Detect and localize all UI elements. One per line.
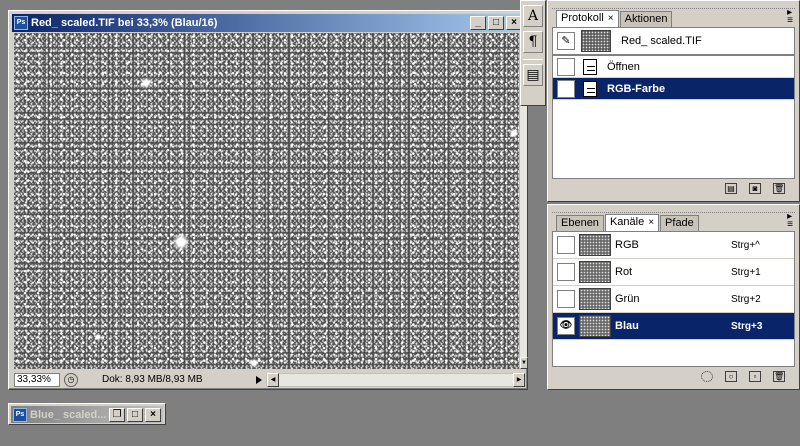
save-selection-icon[interactable]: ○ — [725, 370, 737, 382]
tab-label: Protokoll — [561, 12, 604, 24]
document-title: Red_ scaled.TIF bei 33,3% (Blau/16) — [31, 17, 218, 29]
document-icon — [583, 58, 597, 75]
document-info: Dok: 8,93 MB/8,93 MB — [102, 374, 203, 385]
trash-icon[interactable]: 🗑 — [773, 370, 785, 382]
scroll-left-arrow[interactable]: ◀ — [267, 372, 279, 387]
document-window[interactable]: Ps Red_ scaled.TIF bei 33,3% (Blau/16) _… — [8, 10, 528, 390]
trash-icon[interactable]: 🗑 — [773, 182, 785, 194]
snapshot-label: Red_ scaled.TIF — [621, 35, 702, 47]
channels-footer: ○ ▫ 🗑 — [548, 367, 799, 385]
image-canvas[interactable] — [14, 33, 519, 369]
new-snapshot-icon[interactable]: ◙ — [749, 182, 761, 194]
channels-list: RGB Strg+^ Rot Strg+1 Grün Strg+2 👁 Blau… — [552, 231, 795, 367]
history-brush-source-box[interactable] — [557, 79, 575, 98]
restore-button[interactable]: ❐ — [109, 407, 125, 422]
minimize-button[interactable]: _ — [470, 16, 486, 30]
new-channel-icon[interactable]: ▫ — [749, 370, 761, 382]
document-icon — [583, 80, 597, 97]
channel-row-gruen[interactable]: Grün Strg+2 — [553, 286, 794, 313]
channel-name: Grün — [615, 293, 640, 305]
channel-shortcut: Strg+3 — [731, 320, 763, 332]
channel-name: Blau — [615, 320, 639, 332]
strip-divider — [523, 59, 543, 60]
scroll-right-arrow[interactable]: ▶ — [513, 372, 525, 387]
maximize-button[interactable]: □ — [127, 407, 143, 422]
photoshop-icon: Ps — [14, 16, 28, 30]
paragraph-panel-icon[interactable]: ¶ — [523, 31, 543, 53]
visibility-toggle[interactable] — [557, 236, 575, 254]
panel-menu-icon[interactable]: ▸ ≡ — [787, 8, 793, 26]
channels-panel: Ebenen Kanäle × Pfade ▸ ≡ RGB Strg+^ Rot S… — [547, 204, 800, 390]
channel-name: Rot — [615, 266, 633, 278]
tab-protokoll[interactable]: Protokoll × — [556, 10, 619, 27]
clock-icon[interactable]: ◷ — [64, 372, 78, 387]
history-list: ✎ Red_ scaled.TIF Öffnen RGB-Farbe — [552, 27, 795, 179]
bright-star — [249, 358, 259, 368]
bright-star — [509, 128, 519, 138]
tab-label: Kanäle — [609, 216, 645, 228]
tab-label: Ebenen — [561, 217, 599, 229]
bright-star — [172, 233, 190, 251]
tab-aktionen[interactable]: Aktionen — [619, 11, 673, 27]
close-button[interactable]: × — [145, 407, 161, 422]
channel-row-rgb[interactable]: RGB Strg+^ — [553, 232, 794, 259]
channel-thumbnail — [579, 288, 611, 310]
panel-menu-icon[interactable]: ▸ ≡ — [787, 212, 793, 230]
tab-pfade[interactable]: Pfade — [660, 215, 699, 231]
tab-kanaele[interactable]: Kanäle × — [604, 214, 660, 231]
zoom-field[interactable]: 33,33% — [14, 372, 60, 387]
history-brush-icon[interactable]: ✎ — [557, 32, 575, 50]
bright-star — [94, 333, 102, 341]
channel-shortcut: Strg+^ — [731, 239, 760, 251]
panel-dock-strip: A ¶ ▤ — [520, 0, 546, 106]
minimized-title: Blue_ scaled... — [30, 408, 107, 421]
photoshop-icon: Ps — [13, 407, 27, 422]
visibility-toggle[interactable] — [557, 263, 575, 281]
channel-shortcut: Strg+2 — [731, 293, 761, 305]
channel-row-rot[interactable]: Rot Strg+1 — [553, 259, 794, 286]
history-state[interactable]: Öffnen — [553, 56, 794, 78]
visibility-toggle[interactable] — [557, 290, 575, 308]
eye-icon[interactable]: 👁 — [557, 317, 575, 335]
close-tab-icon[interactable]: × — [648, 217, 654, 228]
minimized-document-window[interactable]: Ps Blue_ scaled... ❐ □ × — [8, 403, 166, 425]
history-brush-source-box[interactable] — [557, 57, 575, 76]
maximize-button[interactable]: □ — [488, 16, 504, 30]
status-bar: 33,33% ◷ Dok: 8,93 MB/8,93 MB ◀ ▶ — [14, 372, 526, 387]
scroll-down-arrow[interactable]: ▼ — [520, 357, 528, 369]
new-document-from-state-icon[interactable]: ▤ — [725, 182, 737, 194]
history-panel: Protokoll × Aktionen ▸ ≡ ✎ Red_ scaled.TIF… — [547, 0, 800, 202]
document-titlebar[interactable]: Ps Red_ scaled.TIF bei 33,3% (Blau/16) _… — [12, 14, 524, 32]
bright-star — [140, 77, 152, 89]
info-panel-icon[interactable]: ▤ — [523, 64, 543, 86]
history-state-label: Öffnen — [607, 60, 640, 73]
tab-label: Pfade — [665, 217, 694, 229]
history-state-label: RGB-Farbe — [607, 82, 666, 95]
load-selection-icon[interactable] — [701, 370, 713, 382]
channel-name: RGB — [615, 239, 639, 251]
close-tab-icon[interactable]: × — [608, 13, 614, 24]
channel-thumbnail — [579, 234, 611, 256]
horizontal-scrollbar[interactable]: ◀ ▶ — [266, 372, 526, 387]
history-snapshot[interactable]: ✎ Red_ scaled.TIF — [553, 28, 794, 56]
tab-ebenen[interactable]: Ebenen — [556, 215, 604, 231]
character-panel-icon[interactable]: A — [523, 5, 543, 27]
tab-label: Aktionen — [624, 13, 668, 25]
channel-shortcut: Strg+1 — [731, 266, 761, 278]
status-menu-arrow-icon[interactable] — [256, 375, 262, 384]
history-footer: ▤ ◙ 🗑 — [548, 179, 799, 197]
channel-thumbnail — [579, 261, 611, 283]
channel-row-blau[interactable]: 👁 Blau Strg+3 — [553, 313, 794, 340]
history-state[interactable]: RGB-Farbe — [553, 78, 794, 100]
snapshot-thumbnail — [581, 30, 611, 52]
channel-thumbnail — [579, 315, 611, 337]
